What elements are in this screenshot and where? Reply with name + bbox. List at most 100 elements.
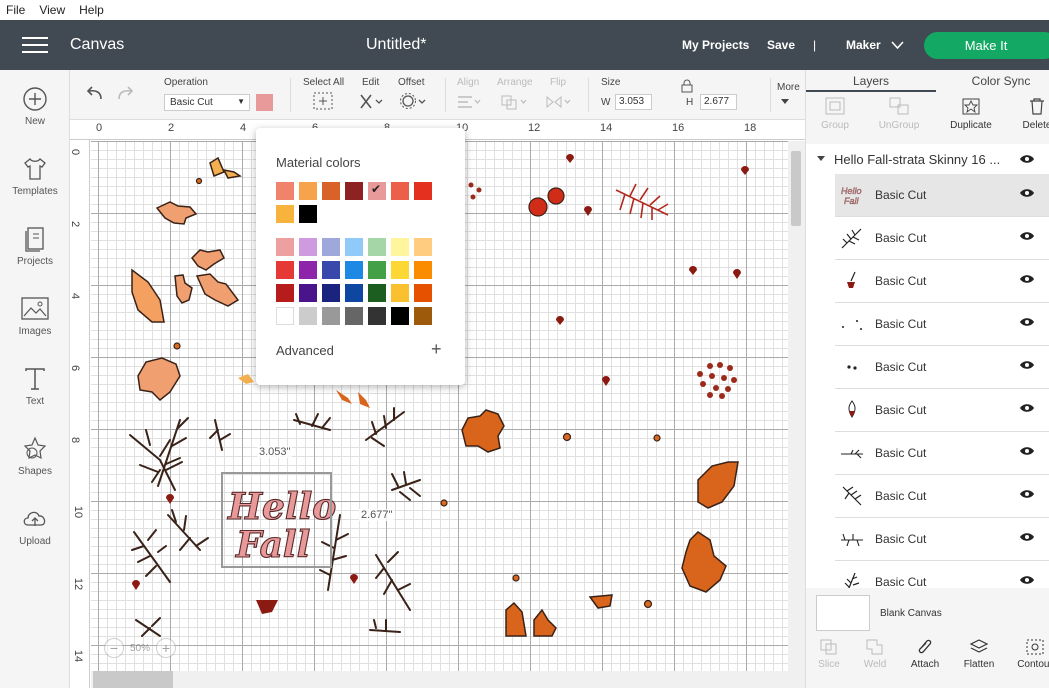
color-swatch[interactable]	[414, 284, 432, 302]
color-swatch[interactable]	[414, 238, 432, 256]
align-icon[interactable]	[456, 94, 482, 110]
chevron-down-icon[interactable]	[891, 41, 904, 50]
eye-icon[interactable]	[1019, 154, 1035, 164]
color-swatch[interactable]	[299, 307, 317, 325]
flatten-button[interactable]: Flatten	[954, 638, 1004, 670]
color-swatch[interactable]	[414, 307, 432, 325]
zoom-out-button[interactable]: −	[104, 638, 124, 658]
lock-icon[interactable]	[680, 79, 694, 93]
sidebar-item-projects[interactable]: Projects	[0, 226, 70, 267]
eye-icon[interactable]	[1019, 489, 1035, 499]
layer-row[interactable]: Basic Cut	[835, 561, 1049, 588]
tab-color-sync[interactable]: Color Sync	[946, 70, 1049, 92]
collapse-arrow-icon[interactable]	[816, 155, 826, 163]
sidebar-item-new[interactable]: New	[0, 86, 70, 127]
layer-row[interactable]: Basic Cut	[835, 346, 1049, 389]
color-swatch[interactable]	[391, 182, 409, 200]
scroll-thumb[interactable]	[791, 151, 801, 226]
layer-row[interactable]: Basic Cut	[835, 389, 1049, 432]
height-input[interactable]: 2.677	[700, 94, 737, 110]
eye-icon[interactable]	[1019, 274, 1035, 284]
menu-view[interactable]: View	[39, 3, 65, 17]
eye-icon[interactable]	[1019, 360, 1035, 370]
color-swatch[interactable]	[368, 284, 386, 302]
contour-button[interactable]: Contour	[1010, 638, 1049, 670]
color-swatch[interactable]	[345, 307, 363, 325]
tab-layers[interactable]: Layers	[806, 70, 936, 92]
sidebar-item-images[interactable]: Images	[0, 296, 70, 337]
weld-button[interactable]: Weld	[850, 638, 900, 670]
eye-icon[interactable]	[1019, 188, 1035, 198]
make-it-button[interactable]: Make It	[924, 32, 1049, 59]
offset-icon[interactable]	[400, 92, 426, 110]
hamburger-menu-icon[interactable]	[22, 37, 48, 55]
color-swatch[interactable]: ✔	[368, 182, 386, 200]
attach-button[interactable]: Attach	[900, 638, 950, 670]
eye-icon[interactable]	[1019, 317, 1035, 327]
undo-icon[interactable]	[84, 84, 104, 102]
color-swatch[interactable]	[345, 261, 363, 279]
color-swatch[interactable]	[299, 284, 317, 302]
group-button[interactable]: Group	[808, 96, 862, 131]
color-swatch[interactable]	[414, 261, 432, 279]
color-swatch[interactable]	[276, 261, 294, 279]
scroll-thumb[interactable]	[93, 671, 173, 688]
color-swatch[interactable]	[391, 307, 409, 325]
layer-row[interactable]: Basic Cut	[835, 303, 1049, 346]
color-swatch[interactable]	[368, 238, 386, 256]
advanced-plus-icon[interactable]: +	[431, 339, 442, 360]
color-swatch[interactable]	[276, 205, 294, 223]
layer-row[interactable]: Basic Cut	[835, 432, 1049, 475]
layer-row[interactable]: Basic Cut	[835, 260, 1049, 303]
delete-button[interactable]: Delete	[1010, 96, 1049, 131]
eye-icon[interactable]	[1019, 403, 1035, 413]
menu-help[interactable]: Help	[79, 3, 104, 17]
color-swatch[interactable]	[322, 238, 340, 256]
layer-row[interactable]: Basic Cut	[835, 518, 1049, 561]
color-swatch[interactable]	[276, 182, 294, 200]
color-swatch[interactable]	[322, 261, 340, 279]
save-button[interactable]: Save	[767, 38, 795, 52]
sidebar-item-shapes[interactable]: Shapes	[0, 436, 70, 477]
color-swatch[interactable]	[276, 238, 294, 256]
layer-row[interactable]: Basic Cut	[835, 475, 1049, 518]
layer-group-row[interactable]: Hello Fall-strata Skinny 16 ...	[806, 144, 1049, 174]
operation-select[interactable]: Basic Cut ▼	[164, 94, 250, 111]
flip-icon[interactable]	[544, 94, 572, 110]
color-swatch[interactable]	[276, 307, 294, 325]
select-all-icon[interactable]	[313, 92, 333, 110]
more-dropdown-icon[interactable]	[780, 98, 790, 106]
slice-button[interactable]: Slice	[804, 638, 854, 670]
color-swatch[interactable]	[391, 261, 409, 279]
eye-icon[interactable]	[1019, 575, 1035, 585]
color-swatch[interactable]	[368, 261, 386, 279]
width-input[interactable]: 3.053	[615, 94, 652, 110]
color-swatch[interactable]	[299, 182, 317, 200]
arrange-icon[interactable]	[500, 94, 528, 110]
redo-icon[interactable]	[116, 84, 136, 102]
eye-icon[interactable]	[1019, 532, 1035, 542]
operation-color-swatch[interactable]	[256, 94, 273, 111]
color-swatch[interactable]	[299, 261, 317, 279]
selection-box[interactable]	[221, 472, 332, 568]
sidebar-item-templates[interactable]: Templates	[0, 156, 70, 197]
advanced-label[interactable]: Advanced	[276, 343, 334, 358]
color-swatch[interactable]	[368, 307, 386, 325]
color-swatch[interactable]	[322, 284, 340, 302]
color-swatch[interactable]	[299, 205, 317, 223]
zoom-in-button[interactable]: +	[156, 638, 177, 658]
eye-icon[interactable]	[1019, 231, 1035, 241]
menu-file[interactable]: File	[6, 3, 25, 17]
ungroup-button[interactable]: UnGroup	[872, 96, 926, 131]
layer-row[interactable]: Hello Fall Basic Cut	[835, 174, 1049, 217]
color-swatch[interactable]	[345, 182, 363, 200]
color-swatch[interactable]	[276, 284, 294, 302]
maker-select[interactable]: Maker	[846, 38, 881, 52]
sidebar-item-upload[interactable]: Upload	[0, 506, 70, 547]
vertical-scrollbar[interactable]	[788, 141, 805, 688]
blank-canvas-swatch[interactable]	[816, 595, 870, 631]
duplicate-button[interactable]: Duplicate	[944, 96, 998, 131]
color-swatch[interactable]	[391, 284, 409, 302]
layer-row[interactable]: Basic Cut	[835, 217, 1049, 260]
color-swatch[interactable]	[345, 238, 363, 256]
